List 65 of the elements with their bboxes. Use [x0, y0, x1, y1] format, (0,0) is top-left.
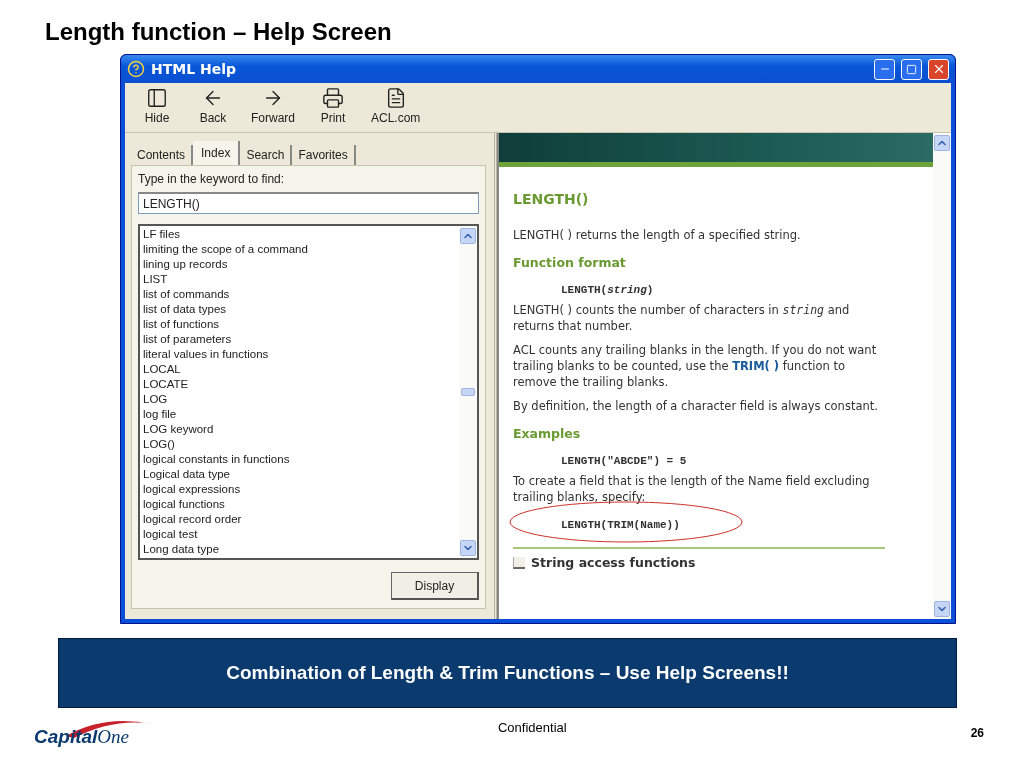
message-banner: Combination of Length & Trim Functions – Use Help Screens!!: [58, 638, 957, 708]
scroll-down-button[interactable]: [934, 601, 950, 617]
index-item[interactable]: logical functions: [143, 497, 456, 512]
toolbar-button[interactable]: Print: [309, 87, 357, 128]
scroll-thumb[interactable]: [461, 388, 475, 396]
index-item[interactable]: lining up records: [143, 257, 456, 272]
toolbar-button[interactable]: Back: [189, 87, 237, 128]
code-example: LENGTH(string): [561, 284, 654, 296]
index-item[interactable]: LOCAL: [143, 362, 456, 377]
scrollbar[interactable]: [459, 226, 477, 558]
index-item[interactable]: list of commands: [143, 287, 456, 302]
index-item[interactable]: LOG: [143, 392, 456, 407]
index-item[interactable]: logical expressions: [143, 482, 456, 497]
paragraph: By definition, the length of a character field is always constant.: [513, 398, 879, 414]
index-item[interactable]: logical test: [143, 527, 456, 542]
index-item[interactable]: LOG keyword: [143, 422, 456, 437]
page-number: 26: [970, 726, 984, 740]
help-icon: [127, 60, 145, 78]
confidential-label: Confidential: [497, 720, 568, 735]
section-heading: Examples: [513, 426, 582, 441]
keyword-label: Type in the keyword to find:: [138, 172, 286, 186]
index-item[interactable]: LIST: [143, 272, 456, 287]
index-item[interactable]: list of functions: [143, 317, 456, 332]
index-item[interactable]: Logical data type: [143, 467, 456, 482]
paragraph: LENGTH( ) returns the length of a specified string.: [513, 227, 802, 243]
hide-pane-icon: [146, 87, 168, 109]
section-heading: Function format: [513, 255, 627, 270]
maximize-icon: [906, 63, 917, 75]
index-item[interactable]: list of data types: [143, 302, 456, 317]
paragraph: To create a field that is the length of the Name field excluding trailing blanks, specify:: [513, 473, 871, 505]
window-title: HTML Help: [151, 61, 238, 77]
scroll-down-button[interactable]: [460, 540, 476, 556]
maximize-button[interactable]: [901, 58, 922, 80]
toolbar-button[interactable]: Hide: [133, 87, 181, 128]
content-scrollbar[interactable]: [933, 133, 951, 619]
display-button[interactable]: Display: [391, 572, 479, 600]
index-item[interactable]: LOCATE: [143, 377, 456, 392]
related-topic-link[interactable]: String access functions: [531, 555, 696, 570]
printer-icon: [322, 87, 344, 109]
minimize-button[interactable]: [874, 58, 895, 80]
index-item[interactable]: Long data type: [143, 542, 456, 557]
index-item[interactable]: LOG(): [143, 437, 456, 452]
scroll-up-button[interactable]: [934, 135, 950, 151]
toolbar-button[interactable]: ACL.com: [365, 87, 427, 128]
index-item[interactable]: logical record order: [143, 512, 456, 527]
logo-text: Capital: [34, 726, 98, 748]
paragraph: LENGTH( ) counts the number of characters in string and returns that number.: [513, 302, 851, 334]
index-item[interactable]: logical constants in functions: [143, 452, 456, 467]
index-item[interactable]: literal values in functions: [143, 347, 456, 362]
logo-text: One: [97, 726, 129, 748]
keyword-field[interactable]: LENGTH(): [138, 192, 479, 214]
scroll-up-button[interactable]: [460, 228, 476, 244]
code-example: LENGTH(TRIM(Name)): [561, 519, 680, 531]
index-item[interactable]: limiting the scope of a command: [143, 242, 456, 257]
slide-title: Length function – Help Screen: [45, 18, 393, 46]
topic-icon: [513, 556, 525, 569]
toolbar-button[interactable]: Forward: [245, 87, 301, 128]
topic-heading: LENGTH(): [513, 191, 590, 207]
index-item[interactable]: list of parameters: [143, 332, 456, 347]
tab[interactable]: Index: [193, 141, 241, 165]
index-item[interactable]: LF files: [143, 227, 456, 242]
index-item[interactable]: log file: [143, 407, 456, 422]
close-button[interactable]: [928, 58, 949, 80]
paragraph: ACL counts any trailing blanks in the length. If you do not want trailing blanks to be counted, use the TRIM( ) function to remove the trailing blanks.: [513, 342, 878, 390]
code-example: LENGTH("ABCDE") = 5: [561, 455, 687, 467]
